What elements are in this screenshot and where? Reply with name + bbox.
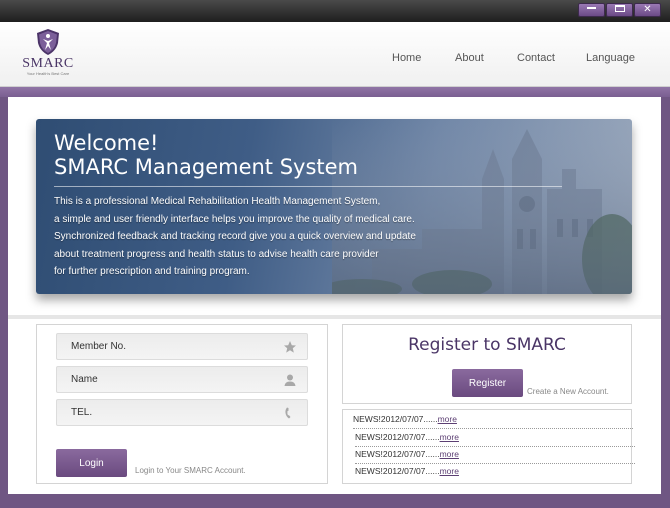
member-no-label: Member No. [71, 341, 127, 352]
hero-title-line2: SMARC Management System [54, 155, 359, 179]
hero-line: about treatment progress and health stat… [54, 248, 379, 260]
create-account-hint: Create a New Account. [527, 387, 609, 396]
register-button[interactable]: Register [452, 369, 523, 397]
main-content: Welcome! SMARC Management System This is… [8, 97, 661, 494]
smarc-logo[interactable]: SMARC Your Health's Best Care [18, 28, 78, 82]
news-text: NEWS!2012/07/07...... [355, 449, 440, 459]
nav-language[interactable]: Language [586, 52, 635, 64]
login-panel: Member No. Name TEL. Login Login to Your… [36, 324, 328, 484]
news-more-link[interactable]: more [440, 466, 459, 476]
hero-title-line1: Welcome! [54, 131, 159, 155]
news-text: NEWS!2012/07/07...... [355, 432, 440, 442]
phone-icon [285, 407, 291, 419]
hero-line: a simple and user friendly interface hel… [54, 213, 415, 225]
maximize-icon [614, 4, 625, 12]
shield-logo-icon [37, 29, 59, 55]
news-item: NEWS!2012/07/07......more [353, 412, 633, 429]
maximize-button[interactable] [606, 3, 633, 17]
name-label: Name [71, 374, 98, 385]
hero-title: Welcome! SMARC Management System [54, 131, 358, 179]
minimize-button[interactable] [578, 3, 605, 17]
register-panel: Register to SMARC Register Create a New … [342, 324, 632, 404]
login-button[interactable]: Login [56, 449, 127, 477]
news-text: NEWS!2012/07/07...... [353, 414, 438, 424]
news-item: NEWS!2012/07/07......more [355, 447, 635, 464]
news-item: NEWS!2012/07/07......more [355, 430, 635, 447]
news-more-link[interactable]: more [440, 432, 459, 442]
brand-tagline: Your Health's Best Care [26, 71, 70, 76]
nav-home[interactable]: Home [392, 52, 421, 64]
tel-label: TEL. [71, 407, 93, 418]
news-text: NEWS!2012/07/07...... [355, 466, 440, 476]
header-band [0, 87, 670, 97]
hero-divider [54, 186, 562, 187]
hero-banner: Welcome! SMARC Management System This is… [36, 119, 632, 294]
minimize-icon [587, 7, 596, 9]
news-panel: NEWS!2012/07/07......more NEWS!2012/07/0… [342, 409, 635, 484]
member-no-field[interactable]: Member No. [56, 333, 308, 360]
star-icon [284, 341, 296, 353]
nav-about[interactable]: About [455, 52, 484, 64]
news-more-link[interactable]: more [438, 414, 457, 424]
hero-line: This is a professional Medical Rehabilit… [54, 196, 381, 207]
site-header: SMARC Your Health's Best Care Home About… [0, 22, 670, 87]
user-icon [284, 374, 296, 386]
hero-description: This is a professional Medical Rehabilit… [54, 193, 416, 281]
register-title: Register to SMARC [408, 335, 566, 355]
login-hint: Login to Your SMARC Account. [135, 466, 246, 475]
nav-contact[interactable]: Contact [517, 52, 555, 64]
news-more-link[interactable]: more [440, 449, 459, 459]
news-item: NEWS!2012/07/07......more [355, 464, 635, 481]
hero-line: Synchronized feedback and tracking recor… [54, 231, 416, 242]
close-button[interactable]: ✕ [634, 3, 661, 17]
name-field[interactable]: Name [56, 366, 308, 393]
brand-name: SMARC [22, 56, 74, 71]
hero-line: for further prescription and training pr… [54, 266, 250, 277]
window-titlebar: ✕ [0, 0, 670, 22]
tel-field[interactable]: TEL. [56, 399, 308, 426]
section-divider [8, 315, 661, 319]
